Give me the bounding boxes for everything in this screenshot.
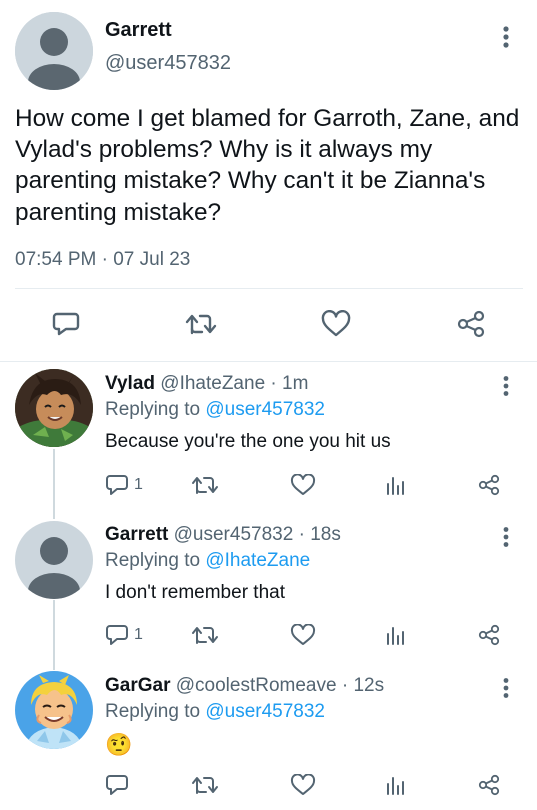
tweet-timestamp[interactable]: 07:54 PM · 07 Jul 23 — [15, 249, 190, 271]
divider — [15, 288, 523, 289]
reply-time: 1m — [282, 373, 309, 394]
reply-text: Because you're the one you hit us — [105, 431, 391, 452]
meta-separator: · — [270, 373, 277, 394]
default-avatar-icon — [15, 12, 93, 90]
thread-line — [53, 600, 55, 670]
cartoon-avatar-icon — [15, 369, 93, 447]
retweet-button[interactable] — [191, 773, 219, 797]
reply-icon — [106, 775, 128, 795]
share-button[interactable] — [477, 473, 501, 497]
author-name[interactable]: Garrett — [105, 524, 168, 545]
like-button[interactable] — [290, 773, 316, 797]
avatar[interactable] — [15, 369, 93, 447]
share-icon — [478, 624, 500, 646]
reply-count: 1 — [134, 626, 143, 643]
cartoon-avatar-icon — [15, 671, 93, 749]
more-vertical-icon — [503, 376, 509, 396]
like-button[interactable] — [319, 308, 353, 340]
tweet-time: 07:54 PM — [15, 249, 97, 270]
retweet-button[interactable] — [184, 308, 218, 340]
share-button[interactable] — [477, 773, 501, 797]
author-name[interactable]: Garrett — [105, 19, 172, 42]
reply-text: I don't remember that — [105, 582, 285, 603]
avatar[interactable] — [15, 521, 93, 599]
reply-button[interactable]: 1 — [105, 623, 143, 647]
share-icon — [478, 474, 500, 496]
meta-separator: · — [298, 524, 305, 545]
reply-time: 12s — [353, 675, 385, 696]
reply-icon — [106, 625, 128, 645]
retweet-icon — [185, 314, 217, 335]
reply-button[interactable] — [49, 308, 83, 340]
more-vertical-icon — [503, 678, 509, 698]
retweet-button[interactable] — [191, 473, 219, 497]
author-handle[interactable]: @IhateZane — [160, 373, 265, 394]
main-tweet: Garrett @user457832 How come I get blame… — [0, 0, 537, 362]
reply-button[interactable] — [105, 773, 134, 797]
replying-to-link[interactable]: @user457832 — [205, 399, 325, 420]
replying-prefix: Replying to — [105, 701, 201, 722]
replying-to: Replying to @user457832 — [105, 399, 325, 421]
thread-line — [53, 449, 55, 519]
author-name[interactable]: GarGar — [105, 675, 170, 696]
retweet-icon — [192, 627, 218, 644]
more-vertical-icon — [503, 26, 509, 48]
analytics-button[interactable] — [385, 773, 405, 797]
divider — [0, 361, 537, 362]
reply-time: 18s — [310, 524, 341, 545]
like-icon — [321, 310, 351, 337]
time-separator: · — [101, 249, 108, 270]
author-handle[interactable]: @user457832 — [174, 524, 294, 545]
reply-header: Vylad @IhateZane · 1m — [105, 373, 308, 395]
replying-prefix: Replying to — [105, 550, 201, 571]
replying-prefix: Replying to — [105, 399, 201, 420]
author-handle[interactable]: @user457832 — [105, 52, 231, 75]
avatar[interactable] — [15, 671, 93, 749]
more-options-button[interactable] — [494, 22, 518, 52]
replying-to-link[interactable]: @IhateZane — [205, 550, 310, 571]
retweet-button[interactable] — [191, 623, 219, 647]
replying-to: Replying to @user457832 — [105, 701, 325, 723]
reply-icon — [106, 475, 128, 495]
analytics-button[interactable] — [385, 623, 405, 647]
reply-icon — [52, 312, 80, 336]
reply-button[interactable]: 1 — [105, 473, 143, 497]
share-button[interactable] — [477, 623, 501, 647]
analytics-icon — [387, 777, 404, 795]
reply-count: 1 — [134, 476, 143, 493]
more-options-button[interactable] — [494, 522, 518, 552]
tweet-text: How come I get blamed for Garroth, Zane,… — [15, 105, 520, 226]
reply-emoji: 🤨 — [105, 732, 133, 757]
share-icon — [457, 310, 485, 338]
more-vertical-icon — [503, 527, 509, 547]
retweet-icon — [192, 777, 218, 794]
like-icon — [290, 474, 316, 495]
default-avatar-icon — [15, 521, 93, 599]
analytics-icon — [387, 627, 404, 645]
meta-separator: · — [341, 675, 349, 696]
replying-to-link[interactable]: @user457832 — [205, 701, 325, 722]
share-button[interactable] — [454, 308, 488, 340]
tweet-date: 07 Jul 23 — [113, 249, 191, 270]
analytics-button[interactable] — [385, 473, 405, 497]
more-options-button[interactable] — [494, 371, 518, 401]
avatar[interactable] — [15, 12, 93, 90]
reply-header: Garrett @user457832 · 18s — [105, 524, 341, 546]
author-name[interactable]: Vylad — [105, 373, 155, 394]
reply-header: GarGar @coolestRomeave · 12s — [105, 675, 384, 697]
like-button[interactable] — [290, 473, 316, 497]
analytics-icon — [387, 477, 404, 495]
author-handle[interactable]: @coolestRomeave — [176, 675, 337, 696]
more-options-button[interactable] — [494, 673, 518, 703]
share-icon — [478, 774, 500, 796]
retweet-icon — [192, 477, 218, 494]
like-icon — [290, 774, 316, 795]
like-icon — [290, 624, 316, 645]
like-button[interactable] — [290, 623, 316, 647]
replying-to: Replying to @IhateZane — [105, 550, 310, 572]
